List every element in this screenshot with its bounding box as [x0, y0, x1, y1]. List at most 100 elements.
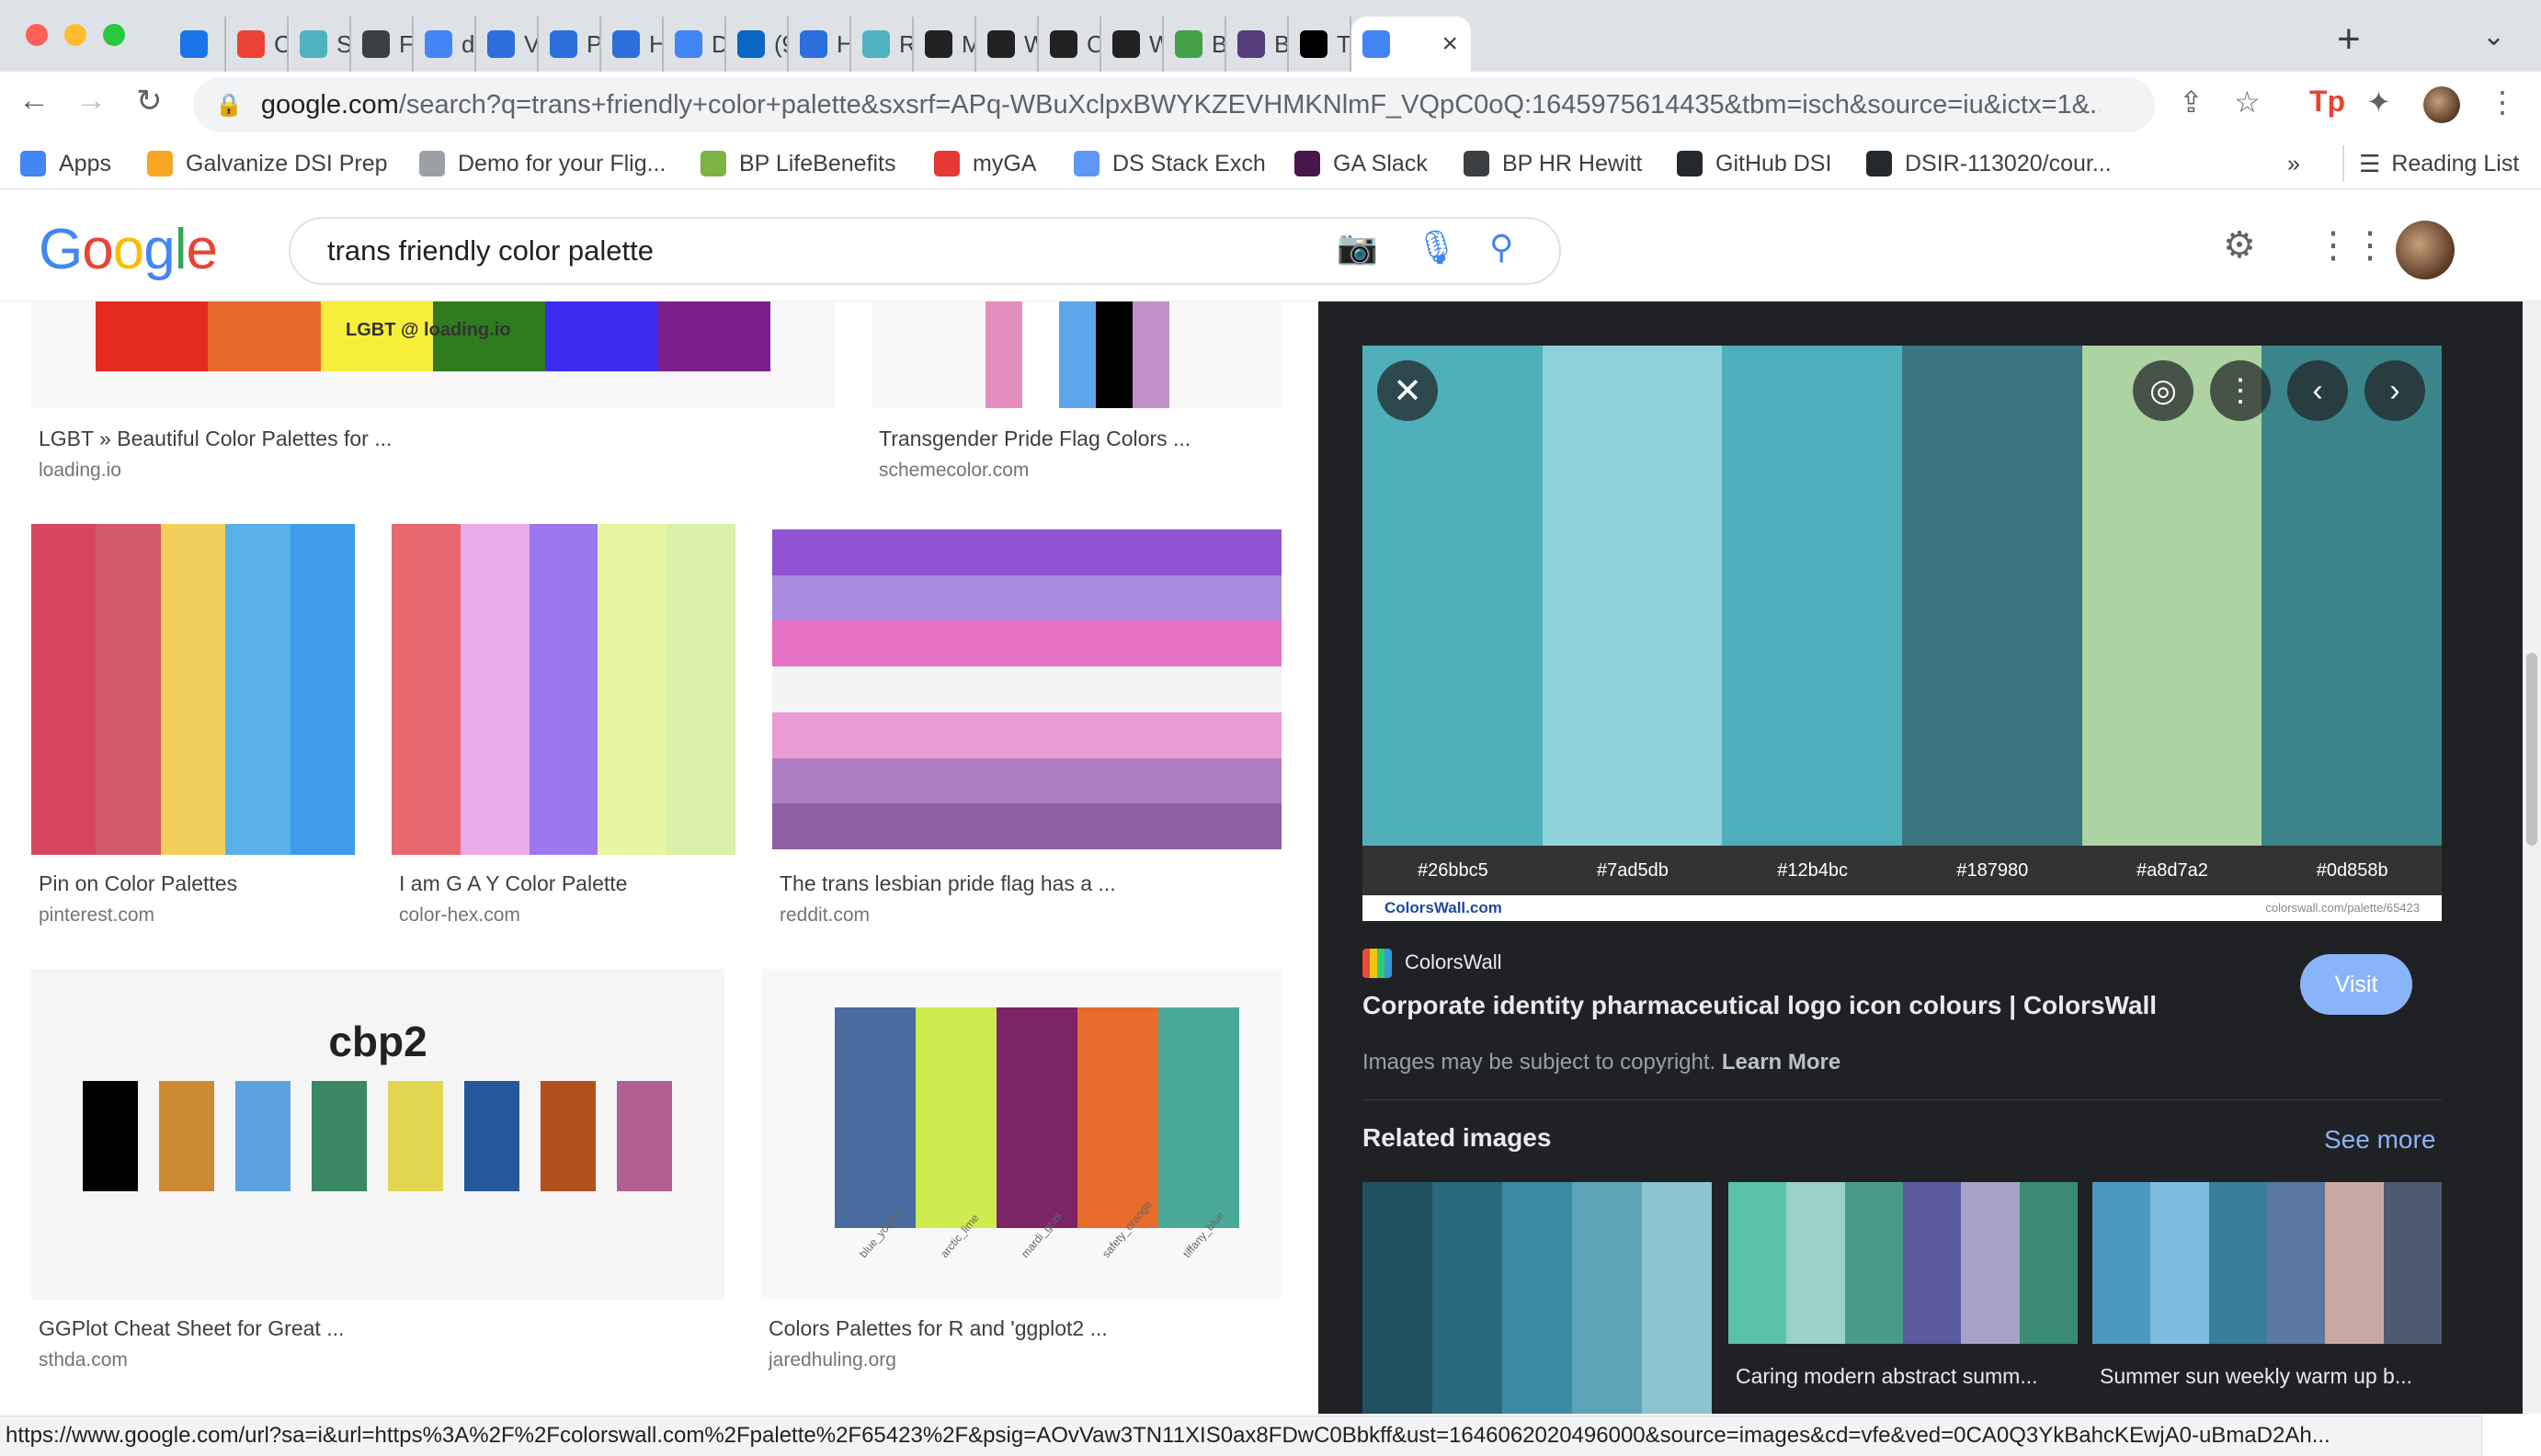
apps-grid-icon [20, 151, 46, 176]
bookmark-item[interactable]: BP LifeBenefits [701, 145, 895, 182]
profile-avatar[interactable] [2423, 86, 2460, 123]
tab[interactable]: Coa [1039, 17, 1101, 72]
camera-icon[interactable]: 📷 [1337, 228, 1378, 267]
result-thumb-trans-lesbian[interactable] [772, 529, 1282, 849]
bookmark-item[interactable]: Apps [20, 145, 111, 182]
apps-grid-icon[interactable]: ⋮⋮ [2315, 224, 2388, 267]
result-source[interactable]: color-hex.com [399, 904, 520, 927]
close-window-button[interactable] [26, 24, 48, 46]
chrome-menu-icon[interactable]: ⋮ [2488, 85, 2517, 119]
bookmarks-overflow-button[interactable]: » [2287, 145, 2300, 182]
tab[interactable]: Wix [1101, 17, 1164, 72]
preview-image[interactable]: #26bbc5 #7ad5db #12b4bc #187980 #a8d7a2 #0d85… [1362, 346, 2442, 921]
tab-label: Fed [399, 29, 414, 58]
lens-search-icon[interactable]: ◎ [2133, 360, 2193, 421]
ga-icon [934, 151, 960, 176]
minimize-window-button[interactable] [64, 24, 86, 46]
related-image[interactable]: Caring modern abstract summ... [1728, 1182, 2078, 1414]
result-thumb-ggplot2[interactable]: blue_yonder arctic_lime mardi_gras safety_o… [761, 969, 1282, 1300]
page-scrollbar[interactable] [2523, 301, 2541, 1414]
tab[interactable]: Boo [1226, 17, 1289, 72]
result-caption[interactable]: Colors Palettes for R and 'ggplot2 ... [769, 1316, 1108, 1341]
bookmark-item[interactable]: Galvanize DSI Prep [147, 145, 388, 182]
result-source[interactable]: jaredhuling.org [769, 1349, 896, 1371]
tab[interactable]: Dire [664, 17, 726, 72]
microphone-icon[interactable]: 🎙 [1416, 228, 1458, 267]
forward-arrow-icon[interactable]: → [75, 83, 107, 119]
settings-gear-icon[interactable]: ⚙ [2223, 224, 2256, 267]
bookmark-item[interactable]: GA Slack [1294, 145, 1428, 182]
tab[interactable]: Res [851, 17, 914, 72]
zoom-window-button[interactable] [103, 24, 125, 46]
result-source[interactable]: loading.io [39, 460, 121, 482]
result-caption[interactable]: Transgender Pride Flag Colors ... [879, 427, 1191, 451]
see-more-link[interactable]: See more [2324, 1125, 2435, 1155]
result-source[interactable]: schemecolor.com [879, 460, 1029, 482]
close-preview-button[interactable]: ✕ [1377, 360, 1438, 421]
tab[interactable] [169, 17, 226, 72]
account-avatar[interactable] [2396, 221, 2455, 279]
result-source[interactable]: pinterest.com [39, 904, 154, 927]
tab[interactable]: (99 [726, 17, 789, 72]
new-tab-button[interactable]: + [2337, 17, 2361, 63]
back-arrow-icon[interactable]: ← [18, 83, 50, 119]
tab[interactable]: × [1351, 17, 1471, 72]
tab[interactable]: Hov [789, 17, 851, 72]
related-image[interactable]: Summer sun weekly warm up b... [2092, 1182, 2442, 1414]
tab[interactable]: Pod [539, 17, 601, 72]
result-thumb-gay[interactable] [392, 524, 735, 855]
result-thumb-lgbt[interactable]: LGBT @ loading.io [31, 301, 835, 408]
tab[interactable]: Fed [351, 17, 414, 72]
tab[interactable]: My [914, 17, 976, 72]
close-tab-icon[interactable]: × [1441, 28, 1458, 60]
bookmark-star-icon[interactable]: ☆ [2234, 85, 2261, 119]
google-logo[interactable]: Google [39, 217, 218, 282]
bookmark-item[interactable]: DS Stack Exch [1074, 145, 1266, 182]
bookmark-item[interactable]: myGA [934, 145, 1036, 182]
previous-image-button[interactable]: ‹ [2287, 360, 2348, 421]
tab[interactable]: Trai [1289, 17, 1351, 72]
tp-extension-icon[interactable]: Tp [2309, 85, 2345, 119]
address-bar[interactable]: 🔒 google.com/search?q=trans+friendly+col… [193, 77, 2155, 132]
bookmark-item[interactable]: GitHub DSI [1677, 145, 1831, 182]
next-image-button[interactable]: › [2364, 360, 2425, 421]
bookmark-label: BP HR Hewitt [1502, 150, 1643, 176]
swatch-hex-label: #0d858b [2262, 846, 2442, 895]
result-caption[interactable]: LGBT » Beautiful Color Palettes for ... [39, 427, 392, 451]
bookmark-item[interactable]: BP HR Hewitt [1464, 145, 1642, 182]
scrollbar-thumb[interactable] [2526, 653, 2537, 846]
source-name[interactable]: ColorsWall [1405, 950, 1502, 974]
tab[interactable]: dire [414, 17, 476, 72]
tab-search-icon[interactable]: ⌄ [2482, 20, 2505, 52]
share-icon[interactable]: ⇪ [2179, 85, 2204, 119]
search-icon[interactable]: ⚲ [1489, 228, 1513, 267]
result-caption[interactable]: I am G A Y Color Palette [399, 871, 627, 896]
bookmark-item[interactable]: Demo for your Flig... [419, 145, 666, 182]
preview-title[interactable]: Corporate identity pharmaceutical logo i… [1362, 991, 2157, 1020]
tab[interactable]: Bab [1164, 17, 1226, 72]
result-thumb-pinterest[interactable] [31, 524, 355, 855]
palette-swatch [1542, 346, 1724, 846]
reading-list-button[interactable]: ☰ Reading List [2342, 145, 2519, 182]
result-caption[interactable]: Pin on Color Palettes [39, 871, 237, 896]
result-caption[interactable]: GGPlot Cheat Sheet for Great ... [39, 1316, 344, 1341]
reload-icon[interactable]: ↻ [136, 83, 163, 119]
learn-more-link[interactable]: Learn More [1722, 1050, 1840, 1075]
related-image[interactable] [1362, 1182, 1712, 1414]
result-source[interactable]: sthda.com [39, 1349, 128, 1371]
result-source[interactable]: reddit.com [780, 904, 870, 927]
search-input[interactable] [327, 234, 1247, 267]
result-caption[interactable]: The trans lesbian pride flag has a ... [780, 871, 1116, 896]
extensions-puzzle-icon[interactable]: ✦ [2366, 85, 2391, 119]
bookmark-item[interactable]: DSIR-113020/cour... [1866, 145, 2112, 182]
tab-label: Wel [1024, 30, 1037, 59]
more-options-icon[interactable]: ⋮ [2210, 360, 2271, 421]
tab[interactable]: Wel [976, 17, 1039, 72]
tab[interactable]: Cor [226, 17, 289, 72]
tab[interactable]: Visi [476, 17, 539, 72]
visit-button[interactable]: Visit [2300, 954, 2412, 1015]
result-thumb-transgender[interactable] [872, 301, 1282, 408]
result-thumb-cbp2[interactable]: cbp2 [31, 969, 724, 1300]
tab[interactable]: Set [289, 17, 351, 72]
tab[interactable]: Her [601, 17, 664, 72]
